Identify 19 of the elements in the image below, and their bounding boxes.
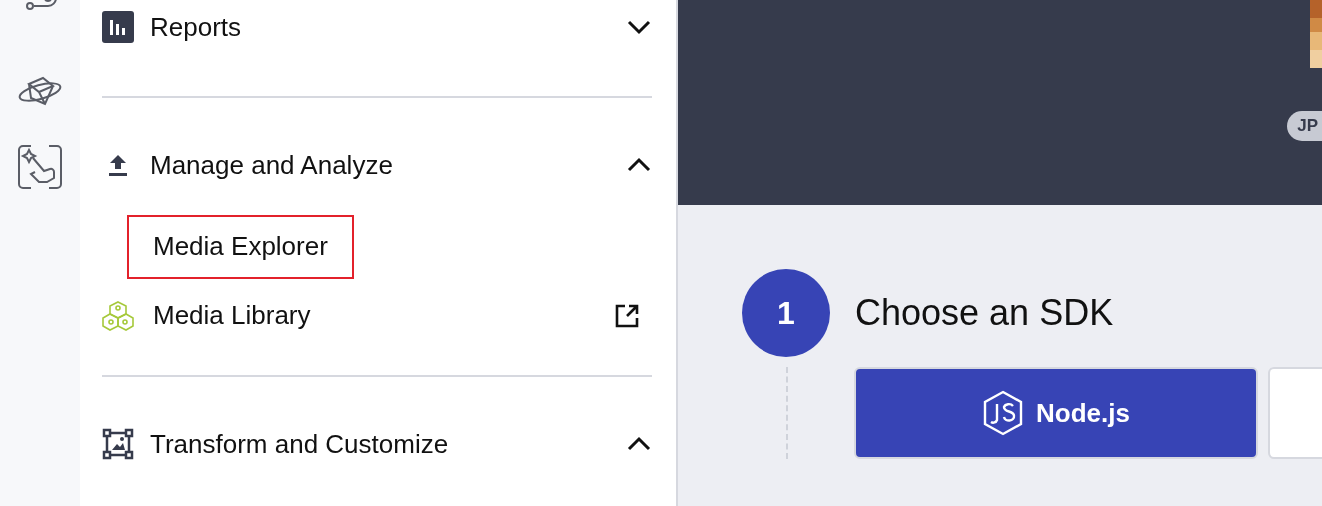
section-title: Transform and Customize [150,428,450,460]
external-link-icon[interactable] [614,302,640,329]
image-frame-icon [102,428,134,460]
chevron-icon[interactable] [626,157,652,173]
bar-chart-icon [102,11,134,43]
chevron-icon[interactable] [626,19,652,35]
step-number: 1 [742,269,830,357]
js-hexagon-icon [982,390,1025,436]
cube-icon[interactable] [17,74,63,108]
format-badge: JP [1287,111,1322,141]
step-title: Choose an SDK [855,292,1114,334]
nav-link[interactable]: Media Explorer [127,214,354,279]
sdk-option[interactable]: Node.js [854,367,1258,459]
chevron-icon[interactable] [626,436,652,452]
section-title: Reports [150,11,243,43]
section-title: Manage and Analyze [150,149,394,181]
hexagon-network-icon [102,299,134,332]
touch-icon[interactable] [17,144,63,190]
nav-link[interactable]: Media Library [127,283,337,348]
